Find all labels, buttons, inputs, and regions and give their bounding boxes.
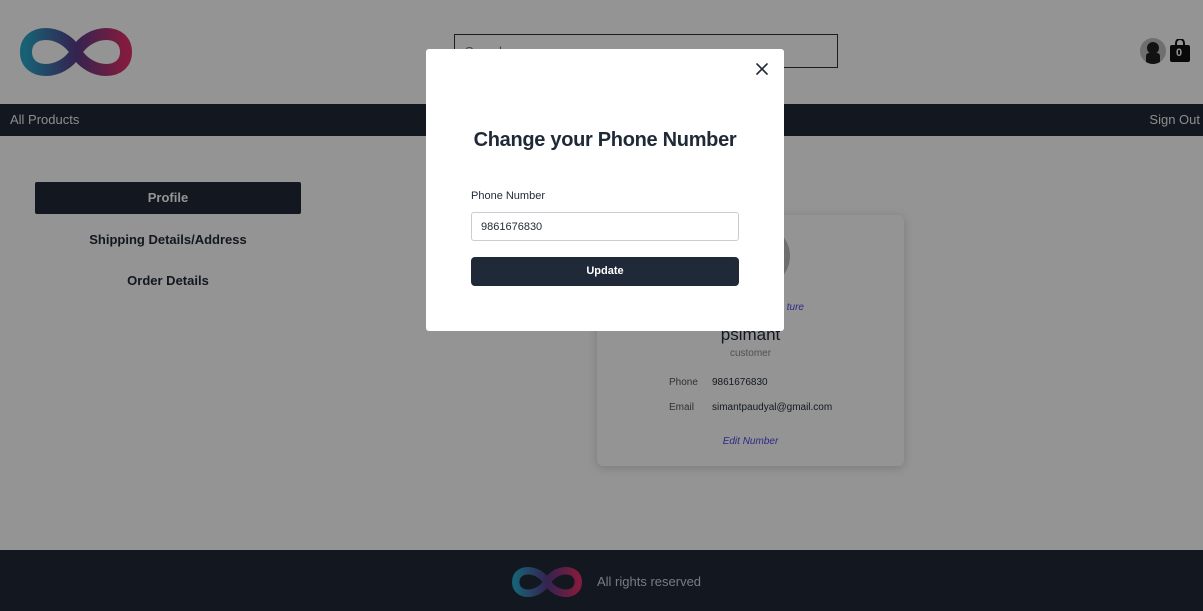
update-button[interactable]: Update (471, 257, 739, 286)
modal-title: Change your Phone Number (473, 129, 737, 151)
close-icon[interactable] (752, 59, 772, 79)
phone-number-label: Phone Number (471, 190, 545, 202)
phone-number-input[interactable] (472, 213, 738, 240)
phone-number-field[interactable] (471, 212, 739, 241)
